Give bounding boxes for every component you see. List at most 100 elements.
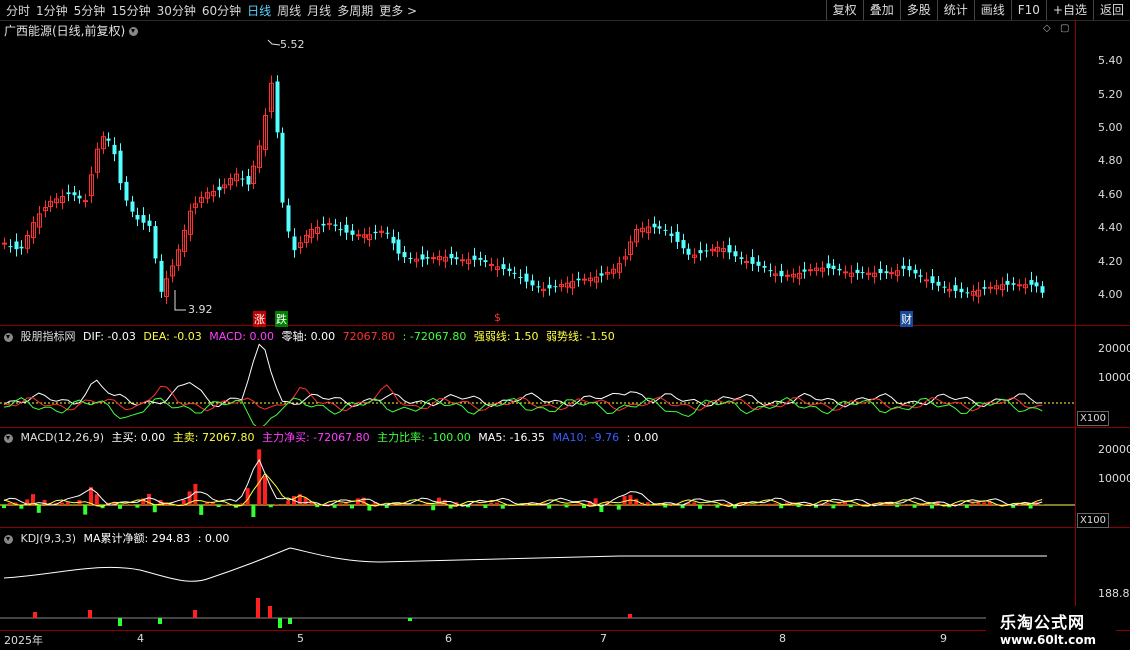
histogram-bar — [999, 504, 1004, 505]
histogram-bar — [419, 504, 424, 505]
histogram-bar — [344, 502, 349, 505]
histogram-bar — [715, 505, 720, 508]
histogram-bar — [367, 505, 372, 511]
histogram-bar — [88, 610, 92, 618]
limit-down-marker[interactable]: 跌 — [275, 311, 288, 327]
histogram-bar — [495, 502, 499, 505]
histogram-bar — [616, 505, 621, 510]
limit-up-marker[interactable]: 涨 — [253, 311, 266, 327]
candle-body — [14, 241, 19, 250]
candle-body — [739, 257, 744, 259]
cumulative-line — [3, 547, 1047, 582]
candle-body — [460, 259, 465, 262]
histogram-bar — [60, 502, 64, 505]
price-tick: 4.00 — [1098, 288, 1123, 301]
period-tab[interactable]: 周线 — [277, 2, 301, 19]
histogram-bar — [964, 505, 969, 508]
period-tab[interactable]: 分时 — [6, 2, 30, 19]
candle-body — [391, 236, 396, 244]
histogram-bar — [570, 503, 575, 505]
panel-divider — [0, 527, 1130, 528]
period-toolbar: 分时 1分钟 5分钟 15分钟 30分钟 60分钟 日线 周线 月线 多周期 更多 > 复权 叠加 多股… — [0, 0, 1130, 21]
toolbar-button[interactable]: 多股 — [899, 0, 937, 20]
financial-report-marker[interactable]: 财 — [900, 311, 913, 327]
x-axis-label: 9 — [940, 632, 947, 645]
x-axis-label: 8 — [779, 632, 786, 645]
candle-body — [483, 260, 488, 263]
histogram-bar — [796, 505, 801, 508]
histogram-bar — [199, 505, 204, 515]
toolbar-button[interactable]: 画线 — [973, 0, 1011, 20]
candle-body — [159, 260, 164, 292]
panel2-scale[interactable]: X100 — [1077, 513, 1109, 528]
histogram-bar — [251, 505, 256, 517]
candle-body — [501, 264, 506, 270]
histogram-bar — [489, 502, 494, 505]
candle-body — [860, 272, 865, 274]
histogram-bar — [431, 505, 436, 511]
candle-body — [124, 181, 129, 201]
period-tab[interactable]: 30分钟 — [157, 2, 196, 19]
candle-body — [669, 233, 674, 236]
candle-body — [744, 261, 749, 264]
candle-body — [599, 273, 604, 276]
candle-body — [408, 257, 413, 259]
candle-body — [576, 278, 581, 281]
histogram-bar — [118, 505, 122, 509]
toolbar-button[interactable]: +自选 — [1045, 0, 1093, 20]
candle-body — [449, 253, 454, 259]
candle-body — [1034, 282, 1039, 287]
candle-body — [373, 231, 378, 234]
candle-body — [1005, 280, 1010, 285]
toolbar-button[interactable]: 复权 — [825, 0, 863, 20]
histogram-bar — [547, 505, 552, 509]
histogram-bar — [152, 505, 157, 513]
candle-body — [217, 186, 222, 191]
candle-body — [66, 192, 71, 195]
dividend-marker[interactable]: $ — [494, 311, 501, 324]
toolbar-button[interactable]: F10 — [1010, 0, 1046, 20]
candle-body — [837, 268, 842, 271]
histogram-bar — [118, 618, 122, 626]
candle-body — [959, 288, 964, 293]
period-tab[interactable]: 15分钟 — [111, 2, 150, 19]
candle-body — [831, 265, 836, 269]
histogram-bar — [256, 598, 260, 618]
candle-body — [385, 232, 390, 234]
toolbar-buttons: 复权 叠加 多股 统计 画线 F10 +自选 返回 — [825, 0, 1130, 20]
toolbar-button[interactable]: 统计 — [936, 0, 974, 20]
histogram-bar — [825, 503, 830, 505]
candle-body — [327, 223, 332, 226]
period-tab[interactable]: 60分钟 — [202, 2, 241, 19]
panel1-scale[interactable]: X100 — [1077, 411, 1109, 426]
period-tab[interactable]: 更多 > — [379, 2, 417, 19]
candle-body — [901, 265, 906, 269]
histogram-bar — [135, 505, 140, 508]
histogram-bar — [756, 504, 760, 505]
candle-body — [547, 284, 552, 289]
toolbar-button[interactable]: 返回 — [1092, 0, 1130, 20]
toolbar-button[interactable]: 叠加 — [862, 0, 900, 20]
candle-body — [536, 286, 541, 288]
histogram-bar — [350, 505, 354, 509]
histogram-bar — [286, 500, 291, 505]
candle-body — [72, 192, 77, 196]
histogram-bar — [709, 504, 714, 505]
price-tick: 5.20 — [1098, 88, 1123, 101]
candle-body — [727, 245, 732, 253]
candle-body — [2, 242, 7, 245]
period-tab[interactable]: 日线 — [247, 2, 271, 19]
candle-body — [1029, 280, 1034, 285]
histogram-bar — [582, 505, 586, 509]
period-tab[interactable]: 5分钟 — [74, 2, 106, 19]
period-tab[interactable]: 1分钟 — [36, 2, 68, 19]
candle-body — [246, 176, 251, 185]
candle-body — [1011, 283, 1016, 285]
histogram-bar — [698, 505, 702, 509]
histogram-bar — [483, 505, 488, 509]
histogram-bar — [263, 476, 267, 505]
candle-body — [884, 271, 889, 274]
period-tab[interactable]: 多周期 — [337, 2, 373, 19]
price-tick: 4.60 — [1098, 188, 1123, 201]
period-tab[interactable]: 月线 — [307, 2, 331, 19]
